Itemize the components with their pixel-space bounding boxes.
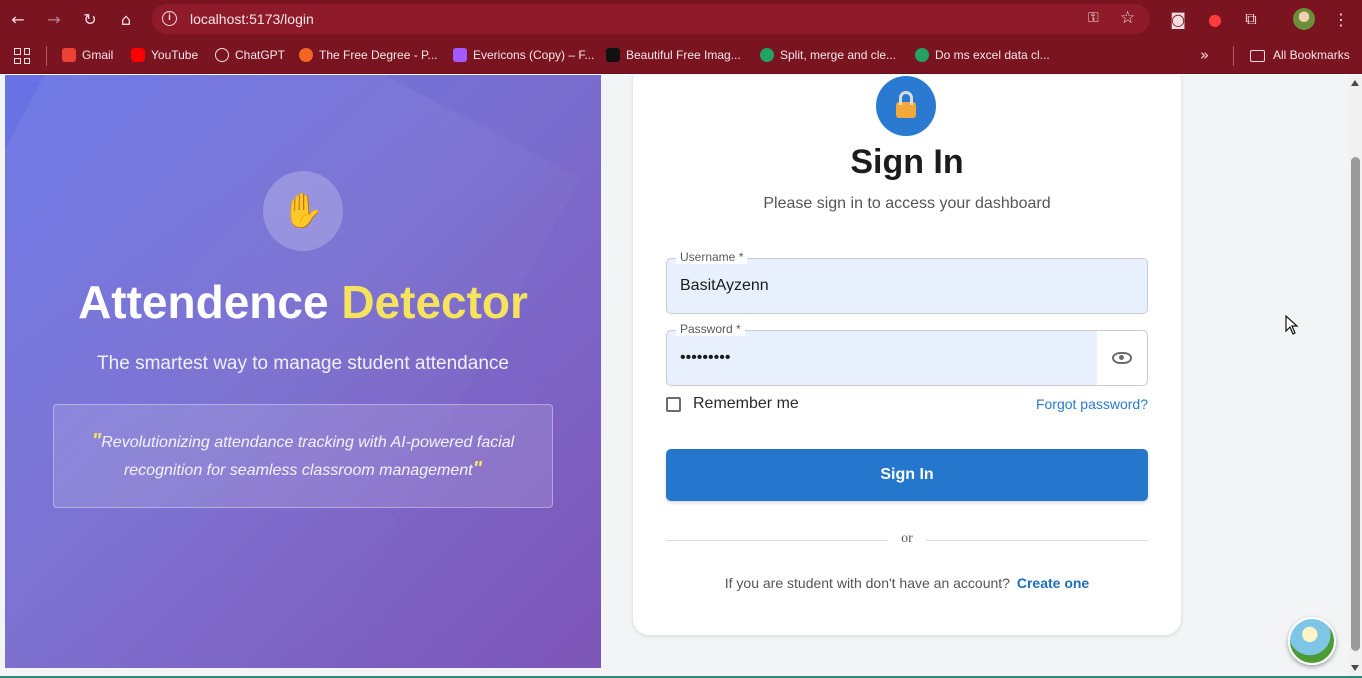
gmail-icon: [62, 48, 76, 62]
bookmark-label: Gmail: [82, 48, 114, 62]
kebab-menu-icon[interactable]: ⋮: [1331, 9, 1351, 29]
youtube-icon: [131, 48, 145, 62]
hero-title-accent: Detector: [341, 276, 528, 328]
page-scrollbar[interactable]: [1349, 75, 1362, 677]
chatgpt-icon: [215, 48, 229, 62]
url-text[interactable]: localhost:5173/login: [190, 11, 314, 27]
bookmark-item-split-merge[interactable]: Split, merge and cle...: [760, 48, 896, 62]
all-bookmarks[interactable]: All Bookmarks: [1273, 48, 1350, 62]
bookmark-label: Split, merge and cle...: [780, 48, 897, 62]
bookmark-label: Beautiful Free Imag...: [626, 48, 741, 62]
lock-icon: [876, 76, 936, 136]
apps-grid-icon[interactable]: [14, 48, 30, 64]
username-input[interactable]: [680, 277, 1080, 295]
remember-me-checkbox[interactable]: [666, 396, 681, 412]
bookmark-label: ChatGPT: [235, 48, 286, 62]
username-label: Username *: [676, 250, 748, 264]
forgot-password-link[interactable]: Forgot password?: [1036, 396, 1148, 412]
quote-open-mark: ": [91, 430, 102, 452]
sign-in-button[interactable]: Sign In: [666, 449, 1148, 501]
all-bookmarks-label: All Bookmarks: [1273, 48, 1350, 62]
more-bookmarks-chevron-icon[interactable]: »: [1200, 46, 1209, 64]
waving-hand-icon: ✋: [263, 171, 343, 251]
login-title: Sign In: [850, 143, 964, 181]
profile-avatar[interactable]: [1293, 8, 1315, 30]
signup-prompt: If you are student with don't have an ac…: [633, 575, 1181, 591]
scrollbar-thumb[interactable]: [1351, 157, 1360, 651]
quote-text: "Revolutionizing attendance tracking wit…: [84, 428, 522, 484]
bookmark-label: YouTube: [151, 48, 199, 62]
bookmark-item-excel[interactable]: Do ms excel data cl...: [915, 48, 1050, 62]
extensions-puzzle-icon[interactable]: ⧉: [1241, 9, 1261, 29]
password-input[interactable]: [680, 349, 1080, 367]
browser-toolbar: ← → ↻ ⌂ i localhost:5173/login ⚿ ☆ ◙ ● ⧉…: [0, 0, 1362, 38]
hero-subtitle: The smartest way to manage student atten…: [97, 353, 509, 374]
bookmark-label: Evericons (Copy) – F...: [473, 48, 595, 62]
scroll-down-arrow-icon[interactable]: [1351, 665, 1359, 671]
page-viewport: ✋ Attendence Detector The smartest way t…: [0, 75, 1349, 677]
eye-icon: [1112, 352, 1132, 364]
or-text: or: [901, 531, 913, 546]
bookmark-star-icon[interactable]: ☆: [1120, 8, 1135, 28]
screenshot-extension-icon[interactable]: ◙: [1168, 9, 1188, 29]
or-divider: or: [666, 531, 1148, 547]
fiverr-icon: [760, 48, 774, 62]
figma-icon: [453, 48, 467, 62]
bookmarks-bar: Gmail YouTube ChatGPT The Free Degree - …: [0, 38, 1362, 74]
login-subtitle: Please sign in to access your dashboard: [763, 195, 1051, 212]
password-field[interactable]: Password *: [666, 322, 1148, 386]
hero-title-main: Attendence: [78, 276, 329, 328]
login-card: Sign In Please sign in to access your da…: [633, 75, 1181, 635]
create-account-link[interactable]: Create one: [1017, 575, 1089, 591]
mouse-cursor-icon: [1285, 315, 1299, 335]
bookmark-label: The Free Degree - P...: [319, 48, 438, 62]
bookmark-item-gmail[interactable]: Gmail: [62, 48, 113, 62]
quote-close-mark: ": [472, 458, 483, 480]
home-icon[interactable]: ⌂: [116, 9, 136, 29]
back-arrow-icon[interactable]: ←: [8, 9, 28, 29]
remember-me-row[interactable]: Remember me: [666, 395, 799, 413]
bookmark-label: Do ms excel data cl...: [935, 48, 1050, 62]
fiverr-icon: [915, 48, 929, 62]
divider-line: [926, 540, 1148, 541]
toggle-password-visibility-button[interactable]: [1097, 331, 1147, 385]
password-key-icon[interactable]: ⚿: [1088, 10, 1099, 26]
remember-me-label: Remember me: [693, 395, 799, 412]
signup-prompt-text: If you are student with don't have an ac…: [724, 575, 1010, 591]
quote-box: "Revolutionizing attendance tracking wit…: [53, 404, 553, 508]
bookmark-item-youtube[interactable]: YouTube: [131, 48, 198, 62]
username-field[interactable]: Username *: [666, 250, 1148, 314]
bookmark-item-free-degree[interactable]: The Free Degree - P...: [299, 48, 438, 62]
bookmarks-divider: [46, 46, 47, 66]
bookmark-item-evericons[interactable]: Evericons (Copy) – F...: [453, 48, 594, 62]
scroll-up-arrow-icon[interactable]: [1351, 80, 1359, 86]
free-degree-icon: [299, 48, 313, 62]
hero-panel: ✋ Attendence Detector The smartest way t…: [5, 75, 601, 668]
address-bar[interactable]: i localhost:5173/login ⚿ ☆: [152, 4, 1150, 34]
folder-icon[interactable]: [1250, 50, 1265, 62]
hero-title: Attendence Detector: [5, 275, 601, 329]
quote-body: Revolutionizing attendance tracking with…: [101, 434, 515, 479]
bookmark-item-free-images[interactable]: Beautiful Free Imag...: [606, 48, 741, 62]
forward-arrow-icon[interactable]: →: [44, 9, 64, 29]
hand-extension-icon[interactable]: ●: [1205, 9, 1225, 29]
site-info-icon[interactable]: i: [162, 11, 177, 26]
reload-icon[interactable]: ↻: [80, 9, 100, 29]
bookmark-item-chatgpt[interactable]: ChatGPT: [215, 48, 285, 62]
unsplash-icon: [606, 48, 620, 62]
bookmarks-divider: [1233, 46, 1234, 66]
password-label: Password *: [676, 322, 745, 336]
floating-assistant-avatar[interactable]: [1288, 617, 1336, 665]
